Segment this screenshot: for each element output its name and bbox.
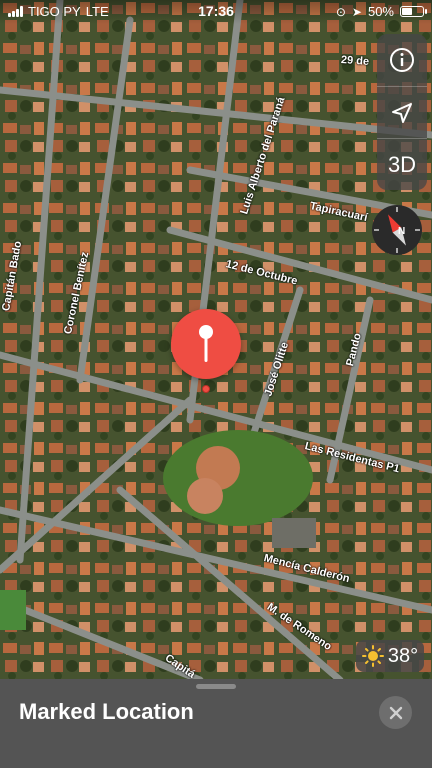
compass[interactable]: N bbox=[371, 204, 423, 256]
sun-icon bbox=[361, 645, 384, 667]
temperature: 38° bbox=[387, 644, 419, 667]
info-button[interactable] bbox=[377, 34, 427, 86]
sheet-title: Marked Location bbox=[19, 699, 194, 724]
weather-badge[interactable]: 38° bbox=[356, 640, 424, 672]
location-services-icon: ➤ bbox=[351, 4, 362, 19]
location-arrow-icon bbox=[392, 102, 412, 123]
close-button[interactable] bbox=[379, 696, 412, 729]
sheet-grabber[interactable] bbox=[196, 684, 236, 689]
pushpin-icon bbox=[199, 325, 213, 362]
battery-percent: 50% bbox=[367, 4, 394, 19]
map-controls: 3D bbox=[377, 34, 427, 190]
location-button[interactable] bbox=[377, 86, 427, 138]
3d-label: 3D bbox=[387, 151, 417, 177]
compass-icon: N bbox=[372, 205, 422, 255]
battery-icon bbox=[400, 6, 427, 17]
svg-text:N: N bbox=[398, 226, 405, 237]
info-icon bbox=[390, 48, 414, 72]
status-bar: TIGO PY LTE 17:36 ⊙ ➤ 50% bbox=[0, 0, 432, 24]
pin-anchor-dot bbox=[202, 385, 210, 393]
close-icon bbox=[389, 706, 402, 719]
3d-view-button[interactable]: 3D bbox=[377, 138, 427, 190]
street-label-29-de: 29 de bbox=[340, 54, 370, 68]
marked-location-pin[interactable] bbox=[171, 309, 241, 379]
place-sheet[interactable]: Marked Location bbox=[0, 679, 432, 768]
orientation-lock-icon: ⊙ bbox=[335, 4, 346, 19]
